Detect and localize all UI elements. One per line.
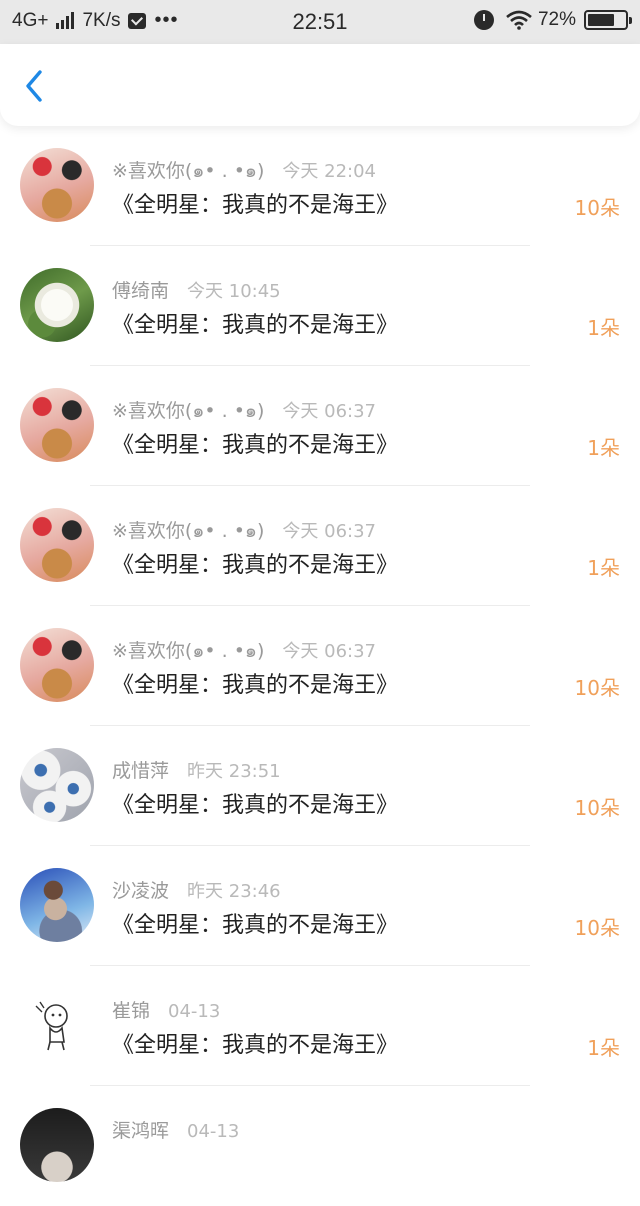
timestamp: 今天 06:37	[282, 641, 377, 662]
list-item[interactable]: 傅绮南 今天 10:45 《全明星：我真的不是海王》 1朵	[0, 246, 640, 366]
user-name[interactable]: ※喜欢你(๑• . •๑)	[112, 156, 264, 186]
item-meta: 成惜萍 昨天 23:51	[112, 756, 281, 783]
timestamp: 昨天 23:46	[187, 881, 281, 902]
avatar[interactable]	[20, 1108, 94, 1182]
flower-count: 10朵	[574, 196, 620, 220]
flower-count: 10朵	[574, 796, 620, 820]
flower-count: 1朵	[587, 316, 620, 340]
list-item[interactable]: ※喜欢你(๑• . •๑) 今天 06:37 《全明星：我真的不是海王》 1朵	[0, 366, 640, 486]
status-right: 72%	[473, 9, 632, 31]
timestamp: 今天 10:45	[187, 281, 281, 302]
flower-count: 1朵	[587, 436, 620, 460]
item-meta: 崔锦 04-13	[112, 996, 220, 1023]
book-title: 《全明星：我真的不是海王》	[112, 313, 399, 338]
user-name[interactable]: 崔锦	[112, 996, 150, 1023]
timestamp: 今天 22:04	[282, 161, 377, 182]
item-meta: 傅绮南 今天 10:45	[112, 276, 281, 303]
sketch-figure-icon	[35, 1001, 68, 1051]
avatar[interactable]	[20, 628, 94, 702]
book-title: 《全明星：我真的不是海王》	[112, 673, 399, 698]
list-item[interactable]: ※喜欢你(๑• . •๑) 今天 06:37 《全明星：我真的不是海王》 10朵	[0, 606, 640, 726]
user-name[interactable]: ※喜欢你(๑• . •๑)	[112, 396, 264, 426]
wifi-icon	[506, 10, 532, 30]
item-meta: ※喜欢你(๑• . •๑) 今天 06:37	[112, 396, 376, 426]
item-meta: ※喜欢你(๑• . •๑) 今天 06:37	[112, 516, 376, 546]
book-title: 《全明星：我真的不是海王》	[112, 1033, 399, 1058]
item-meta: ※喜欢你(๑• . •๑) 今天 22:04	[112, 156, 376, 186]
timestamp: 04-13	[187, 1121, 240, 1142]
alarm-icon	[473, 10, 494, 30]
timestamp: 昨天 23:51	[187, 761, 281, 782]
nav-bar	[0, 44, 640, 126]
book-title: 《全明星：我真的不是海王》	[112, 193, 399, 218]
gift-record-list: ※喜欢你(๑• . •๑) 今天 22:04 《全明星：我真的不是海王》 10朵…	[0, 126, 640, 1206]
book-title: 《全明星：我真的不是海王》	[112, 433, 399, 458]
timestamp: 今天 06:37	[282, 401, 377, 422]
avatar[interactable]	[20, 748, 94, 822]
user-name[interactable]: ※喜欢你(๑• . •๑)	[112, 516, 264, 546]
signal-icon	[56, 12, 75, 29]
user-name[interactable]: 渠鸿晖	[112, 1116, 169, 1143]
list-item[interactable]: 成惜萍 昨天 23:51 《全明星：我真的不是海王》 10朵	[0, 726, 640, 846]
user-name[interactable]: 傅绮南	[112, 276, 169, 303]
network-type: 4G+	[12, 9, 49, 31]
list-item[interactable]: 沙凌波 昨天 23:46 《全明星：我真的不是海王》 10朵	[0, 846, 640, 966]
status-bar: 4G+ 7K/s ••• 22:51 72%	[0, 0, 640, 44]
avatar[interactable]	[20, 988, 94, 1062]
book-title: 《全明星：我真的不是海王》	[112, 793, 399, 818]
user-name[interactable]: ※喜欢你(๑• . •๑)	[112, 636, 264, 666]
flower-count: 10朵	[574, 916, 620, 940]
book-title: 《全明星：我真的不是海王》	[112, 913, 399, 938]
battery-fill	[588, 14, 614, 26]
avatar[interactable]	[20, 148, 94, 222]
status-left: 4G+ 7K/s •••	[12, 9, 187, 32]
item-meta: 渠鸿晖 04-13	[112, 1116, 239, 1143]
item-meta: 沙凌波 昨天 23:46	[112, 876, 281, 903]
network-speed: 7K/s	[82, 9, 121, 31]
timestamp: 04-13	[168, 1001, 221, 1022]
more-notifications-icon: •••	[154, 9, 179, 31]
message-notification-icon	[128, 12, 147, 29]
user-name[interactable]: 沙凌波	[112, 876, 169, 903]
list-item[interactable]: 崔锦 04-13 《全明星：我真的不是海王》 1朵	[0, 966, 640, 1086]
battery-icon	[584, 10, 632, 30]
book-title: 《全明星：我真的不是海王》	[112, 553, 399, 578]
avatar[interactable]	[20, 268, 94, 342]
user-name[interactable]: 成惜萍	[112, 756, 169, 783]
back-button[interactable]	[18, 66, 54, 106]
flower-count: 10朵	[574, 676, 620, 700]
battery-percent: 72%	[537, 9, 576, 30]
item-meta: ※喜欢你(๑• . •๑) 今天 06:37	[112, 636, 376, 666]
chevron-left-icon	[26, 70, 42, 102]
list-item[interactable]: ※喜欢你(๑• . •๑) 今天 06:37 《全明星：我真的不是海王》 1朵	[0, 486, 640, 606]
avatar[interactable]	[20, 868, 94, 942]
flower-count: 1朵	[587, 1036, 620, 1060]
avatar[interactable]	[20, 508, 94, 582]
avatar[interactable]	[20, 388, 94, 462]
list-item[interactable]: 渠鸿晖 04-13	[0, 1086, 640, 1206]
timestamp: 今天 06:37	[282, 521, 377, 542]
list-item[interactable]: ※喜欢你(๑• . •๑) 今天 22:04 《全明星：我真的不是海王》 10朵	[0, 126, 640, 246]
flower-count: 1朵	[587, 556, 620, 580]
